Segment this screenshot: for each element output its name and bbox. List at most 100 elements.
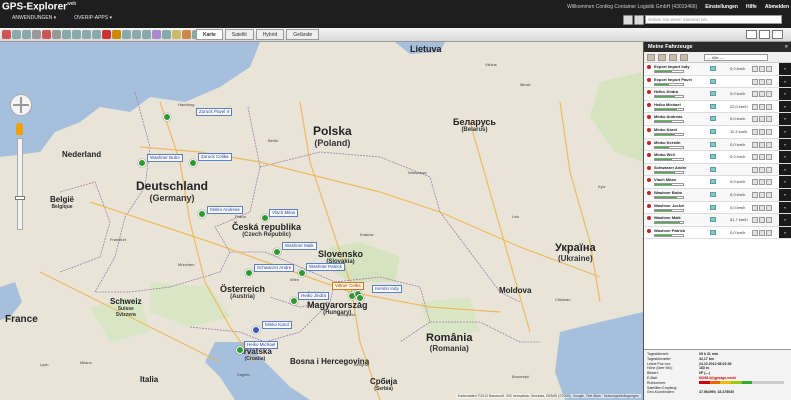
vehicle-row[interactable]: Schwarzer Andre » [644, 163, 791, 177]
layout-single-icon[interactable] [746, 30, 757, 39]
locate-icon[interactable] [752, 204, 758, 211]
vehicle-marker-icon[interactable] [290, 297, 298, 305]
expand-row-icon[interactable]: » [779, 100, 791, 113]
settings-link[interactable]: Einstellungen [705, 4, 738, 10]
details-icon[interactable] [759, 166, 765, 173]
tool-zoom-out-icon[interactable] [32, 30, 41, 39]
track-icon[interactable] [766, 91, 772, 98]
tab-karte[interactable]: Karte [196, 29, 223, 40]
add-vehicle-icon[interactable] [647, 54, 655, 61]
expand-row-icon[interactable]: » [779, 88, 791, 100]
details-icon[interactable] [759, 191, 765, 198]
tab-gelaende[interactable]: Gelände [286, 29, 320, 40]
vehicle-marker-icon[interactable] [245, 269, 253, 277]
track-icon[interactable] [766, 78, 772, 85]
locate-icon[interactable] [752, 191, 758, 198]
vehicle-row[interactable]: Minko Weli 0,0 km/h » [644, 151, 791, 164]
expand-row-icon[interactable]: » [779, 125, 791, 138]
vehicle-row[interactable]: Minko Kerstin 0,0 km/h » [644, 138, 791, 152]
vehicle-row[interactable]: Heiko Jindra 0,0 km/h » [644, 88, 791, 101]
track-icon[interactable] [766, 103, 772, 110]
track-icon[interactable] [766, 154, 772, 161]
details-icon[interactable] [759, 141, 765, 148]
vehicle-marker-label[interactable]: Minko Andreas [207, 206, 243, 214]
locate-icon[interactable] [752, 78, 758, 85]
locate-icon[interactable] [752, 128, 758, 135]
pan-control[interactable] [10, 94, 32, 116]
track-icon[interactable] [766, 141, 772, 148]
locate-icon[interactable] [752, 103, 758, 110]
tool-ruler-icon[interactable] [82, 30, 91, 39]
vehicle-row[interactable]: Export Import Indy 0,0 km/h » [644, 63, 791, 76]
vehicle-row[interactable]: Washner Bubo 0,0 km/h » [644, 188, 791, 202]
tool-layers-icon[interactable] [92, 30, 101, 39]
tool-zoom-in-icon[interactable] [22, 30, 31, 39]
expand-row-icon[interactable]: » [779, 214, 791, 226]
tool-target-icon[interactable] [162, 30, 171, 39]
refresh-icon[interactable] [680, 54, 688, 61]
tool-print-icon[interactable] [62, 30, 71, 39]
locate-icon[interactable] [752, 229, 758, 236]
vehicle-marker-label[interactable]: Vlach Milan [269, 209, 299, 217]
vehicle-marker-icon[interactable] [198, 210, 206, 218]
street-view-pegman-icon[interactable] [16, 123, 23, 135]
tool-region-icon[interactable] [152, 30, 161, 39]
vehicle-row[interactable]: Minko Andreas 0,0 km/h » [644, 113, 791, 126]
details-icon[interactable] [759, 78, 765, 85]
group-icon[interactable] [658, 54, 666, 61]
expand-row-icon[interactable]: » [779, 188, 791, 201]
track-icon[interactable] [766, 66, 772, 72]
tool-track-icon[interactable] [132, 30, 141, 39]
vehicle-marker-label[interactable]: Zuruck Pavel II [196, 108, 233, 116]
vehicle-row[interactable]: Washner Patrick 0,0 km/h » [644, 226, 791, 240]
menu-overip-apps[interactable]: OVERIP-APPS ▾ [74, 15, 112, 21]
details-icon[interactable] [759, 229, 765, 236]
route-icon[interactable] [669, 54, 677, 61]
menu-anwendungen[interactable]: ANWENDUNGEN ▾ [12, 15, 56, 21]
vehicle-marker-icon[interactable] [189, 159, 197, 167]
locate-icon[interactable] [752, 91, 758, 98]
collapse-panel-icon[interactable]: » [785, 42, 788, 52]
details-icon[interactable] [759, 217, 765, 224]
vehicle-marker-label[interactable]: Washner Bubo [147, 154, 183, 162]
expand-row-icon[interactable]: » [779, 176, 791, 188]
layout-split-icon[interactable] [759, 30, 770, 39]
details-icon[interactable] [759, 91, 765, 98]
vehicle-marker-label[interactable]: Heiko Michael [244, 341, 279, 349]
expand-row-icon[interactable]: » [779, 163, 791, 176]
tool-pan-icon[interactable] [12, 30, 21, 39]
vehicle-marker-label[interactable]: Kerstin Indy [372, 285, 402, 293]
track-icon[interactable] [766, 128, 772, 135]
expand-row-icon[interactable]: » [779, 75, 791, 88]
locate-icon[interactable] [752, 217, 758, 224]
details-icon[interactable] [759, 179, 765, 186]
app-logo[interactable]: GPS-Explorerweb [2, 1, 76, 12]
tool-route-icon[interactable] [122, 30, 131, 39]
vehicle-marker-icon[interactable] [252, 326, 260, 334]
track-icon[interactable] [766, 179, 772, 186]
track-icon[interactable] [766, 191, 772, 198]
expand-row-icon[interactable]: » [779, 63, 791, 75]
vehicle-marker-icon[interactable] [236, 346, 244, 354]
expand-row-icon[interactable]: » [779, 138, 791, 151]
tool-star-icon[interactable] [182, 30, 191, 39]
details-icon[interactable] [759, 154, 765, 161]
vehicle-marker-label[interactable]: Heiko Jindra [298, 292, 330, 300]
vehicle-row[interactable]: Export Import Pavel » [644, 75, 791, 89]
expand-row-icon[interactable]: » [779, 201, 791, 214]
tool-select-icon[interactable] [52, 30, 61, 39]
details-icon[interactable] [759, 66, 765, 72]
vehicle-filter-select[interactable]: --- Alle --- [704, 54, 768, 61]
track-icon[interactable] [766, 166, 772, 173]
vehicle-marker-icon[interactable] [138, 159, 146, 167]
locate-icon[interactable] [752, 116, 758, 123]
logout-link[interactable]: Abmelden [765, 4, 789, 10]
expand-row-icon[interactable]: » [779, 113, 791, 125]
track-icon[interactable] [766, 217, 772, 224]
vehicle-marker-icon[interactable] [356, 294, 364, 302]
locate-icon[interactable] [752, 154, 758, 161]
vehicle-marker-label[interactable]: Minko Karol [262, 321, 292, 329]
locate-icon[interactable] [752, 141, 758, 148]
track-icon[interactable] [766, 204, 772, 211]
tab-hybrid[interactable]: Hybrid [255, 29, 285, 40]
